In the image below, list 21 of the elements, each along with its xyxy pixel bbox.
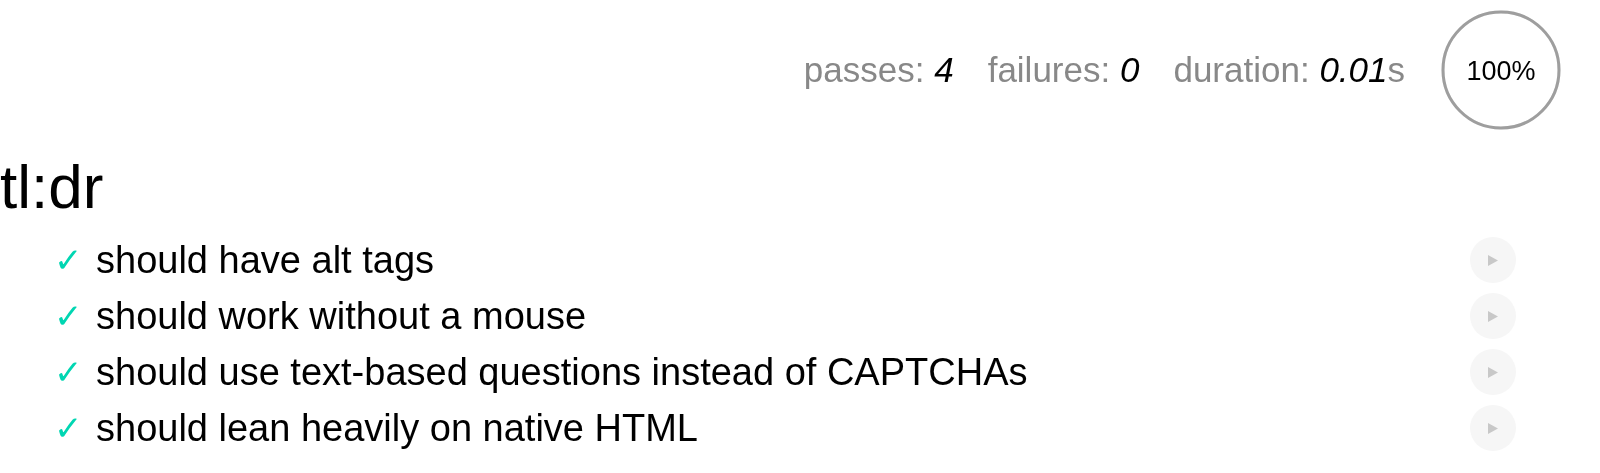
replay-button[interactable]: [1470, 237, 1516, 283]
stat-text: failures: 0: [987, 50, 1140, 90]
check-icon: ✓: [54, 296, 96, 336]
test-title: should lean heavily on native HTML: [96, 406, 699, 450]
check-icon: ✓: [54, 240, 96, 280]
stat-text: passes: 4: [803, 50, 954, 90]
check-icon: ✓: [54, 352, 96, 392]
test-title: should use text-based questions instead of CAPTCHAs: [96, 350, 1029, 394]
progress-ring: 100%: [1439, 8, 1563, 132]
replay-button[interactable]: [1470, 405, 1516, 451]
play-icon: [1488, 366, 1498, 378]
suite-title: tl:dr: [0, 152, 104, 222]
replay-button[interactable]: [1470, 349, 1516, 395]
test-title: should work without a mouse: [96, 294, 588, 338]
stat-text: duration: 0.01s: [1173, 50, 1405, 90]
play-icon: [1488, 310, 1498, 322]
replay-button[interactable]: [1470, 293, 1516, 339]
test-title: should have alt tags: [96, 238, 435, 282]
play-icon: [1488, 254, 1498, 266]
check-icon: ✓: [54, 408, 96, 448]
play-icon: [1488, 422, 1498, 434]
